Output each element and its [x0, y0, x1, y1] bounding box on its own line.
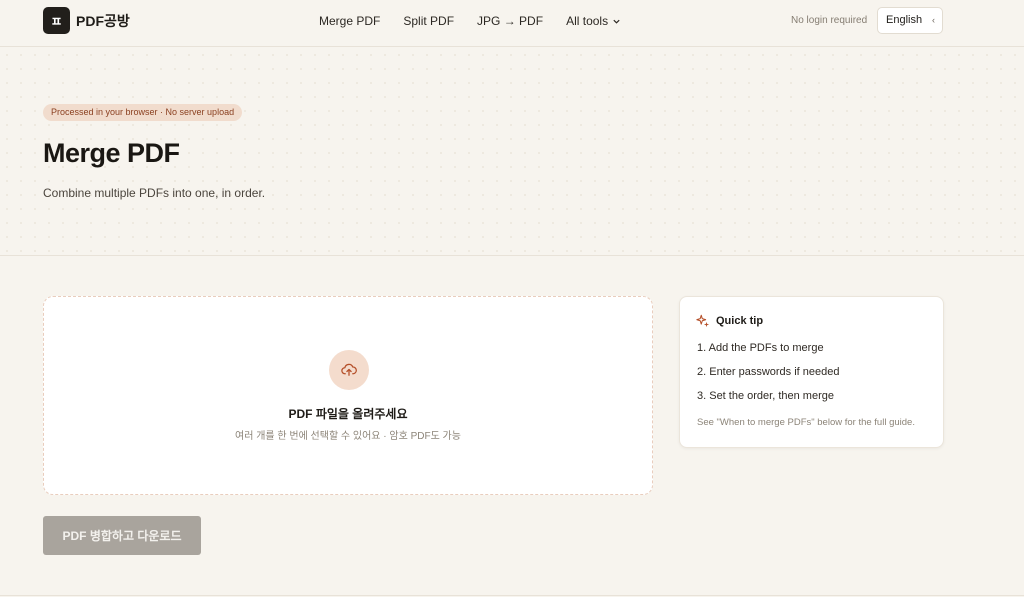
sparkle-icon [696, 314, 710, 328]
hero-section: Processed in your browser · No server up… [0, 48, 1024, 256]
privacy-badge: Processed in your browser · No server up… [43, 104, 243, 121]
bottom-divider [0, 595, 1024, 596]
brand-name: PDF공방 [76, 12, 130, 29]
chevron-down-icon [613, 19, 620, 24]
brand-logo[interactable]: ㅍ PDF공방 [43, 7, 130, 34]
all-tools-label: All tools [566, 14, 609, 28]
nav-split-pdf[interactable]: Split PDF [403, 14, 454, 28]
upload-icon-circle [329, 350, 369, 390]
logo-mark: ㅍ [43, 7, 70, 34]
dropzone-subtitle: 여러 개를 한 번에 선택할 수 있어요 · 암호 PDF도 가능 [235, 431, 461, 442]
dropzone-title: PDF 파일을 올려주세요 [288, 407, 408, 421]
top-header: ㅍ PDF공방 Merge PDF Split PDF JPG → PDF Al… [0, 0, 1024, 47]
language-caret-icon: ‹ [932, 15, 935, 25]
file-dropzone[interactable]: PDF 파일을 올려주세요 여러 개를 한 번에 선택할 수 있어요 · 암호 … [43, 296, 653, 495]
tip-step-2: 2. Enter passwords if needed [697, 366, 840, 378]
tip-step-3: 3. Set the order, then merge [697, 390, 834, 402]
nav-all-tools[interactable]: All tools [566, 14, 621, 28]
tip-guide-note: See "When to merge PDFs" below for the f… [697, 417, 915, 428]
quick-tip-heading: Quick tip [716, 315, 764, 327]
nav-jpg-to-pdf[interactable]: JPG → PDF [477, 14, 543, 28]
tip-step-1: 1. Add the PDFs to merge [697, 342, 824, 354]
quick-tip-header: Quick tip [696, 314, 763, 328]
language-value: English [886, 14, 923, 26]
main-nav: Merge PDF Split PDF JPG → PDF All tools [319, 14, 644, 28]
quick-tip-card: Quick tip 1. Add the PDFs to merge 2. En… [679, 296, 944, 448]
nav-merge-pdf[interactable]: Merge PDF [319, 14, 380, 28]
page-title: Merge PDF [43, 138, 180, 168]
merge-download-button[interactable]: PDF 병합하고 다운로드 [43, 516, 201, 555]
language-select[interactable]: English ‹ [877, 7, 943, 34]
no-login-note: No login required [791, 15, 868, 26]
cloud-upload-icon [341, 363, 357, 376]
page-subtitle: Combine multiple PDFs into one, in order… [43, 186, 266, 200]
